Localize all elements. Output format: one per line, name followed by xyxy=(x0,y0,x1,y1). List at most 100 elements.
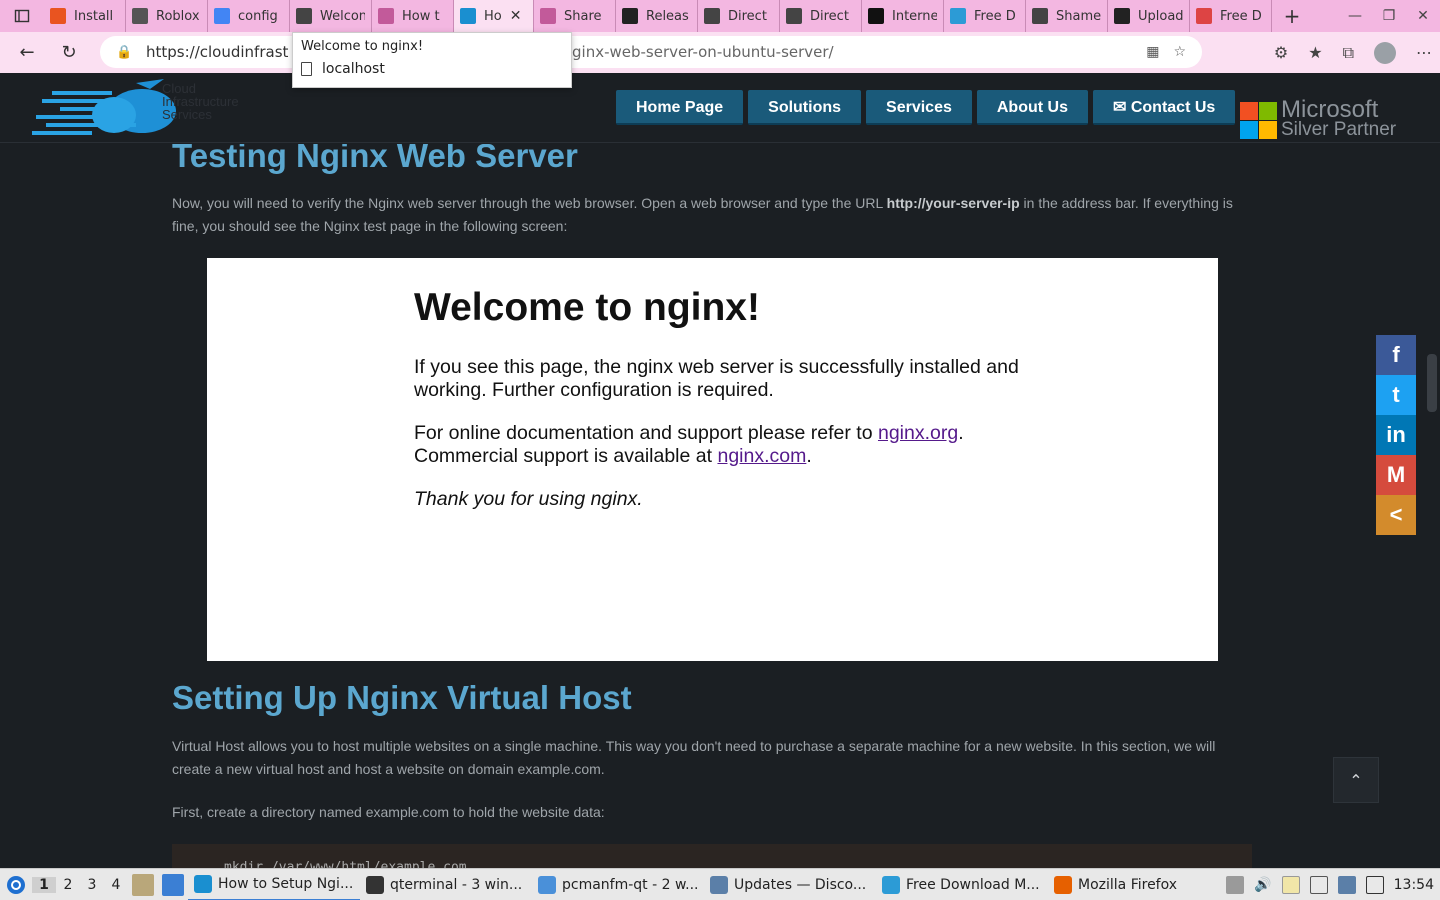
restore-icon[interactable]: ❐ xyxy=(1372,0,1406,32)
menu-contact-us[interactable]: ✉ Contact Us xyxy=(1092,90,1236,125)
microsoft-partner-badge: Microsoft Silver Partner xyxy=(1240,98,1396,140)
close-window-icon[interactable]: ✕ xyxy=(1406,0,1440,32)
app-icon xyxy=(710,875,728,894)
page-icon xyxy=(296,8,312,24)
tab-title: config xyxy=(238,8,278,24)
close-tab-icon[interactable]: ✕ xyxy=(510,8,522,24)
browser-tab[interactable]: Interne xyxy=(862,0,944,32)
more-menu-icon[interactable]: ⋯ xyxy=(1416,43,1432,62)
profile-avatar[interactable] xyxy=(1374,41,1396,64)
heading-virtual-host: Setting Up Nginx Virtual Host xyxy=(172,679,632,716)
heading-testing-nginx: Testing Nginx Web Server xyxy=(172,144,578,174)
taskbar: 1234 How to Setup Ngi... qterminal - 3 wi… xyxy=(0,868,1440,900)
download2-icon xyxy=(1196,8,1212,24)
workspace-button[interactable]: 1 xyxy=(32,876,56,893)
notes-icon[interactable] xyxy=(1281,876,1300,894)
file-manager-icon[interactable] xyxy=(132,873,154,896)
browser-tab[interactable]: Releas xyxy=(616,0,698,32)
menu-about-us[interactable]: About Us xyxy=(976,90,1088,125)
scrollbar-thumb[interactable] xyxy=(1427,354,1437,412)
screen-layout-icon[interactable] xyxy=(1365,876,1384,894)
roblox-icon xyxy=(132,8,148,24)
tab-title: Shame xyxy=(1056,8,1101,24)
linkedin-share-icon[interactable]: in xyxy=(1376,415,1416,455)
tab-title: Free D xyxy=(1220,8,1262,24)
add-favorite-icon[interactable]: ☆ xyxy=(1173,44,1186,60)
new-tab-button[interactable]: + xyxy=(1272,4,1312,28)
browser-tab-strip: Install Roblox config Welcon How t Ho ✕ Share Re… xyxy=(0,0,1440,32)
browser-tab[interactable]: Shame xyxy=(1026,0,1108,32)
browser-tab[interactable]: How t xyxy=(372,0,454,32)
workspace-button[interactable]: 4 xyxy=(104,877,128,893)
minimize-icon[interactable]: — xyxy=(1338,0,1372,32)
taskbar-window-label: Free Download M... xyxy=(906,876,1040,893)
tab-title: Welcon xyxy=(320,8,365,24)
logo-text: Cloud Infrastructure Services xyxy=(162,81,239,122)
browser-tab[interactable]: Install xyxy=(44,0,126,32)
share-share-icon[interactable]: < xyxy=(1376,495,1416,535)
browser-tab[interactable]: Ho ✕ xyxy=(454,0,534,32)
browser-tab[interactable]: Direct xyxy=(698,0,780,32)
address-bar[interactable]: 🔒 https://cloudinfrast ginx-web-server-o… xyxy=(100,36,1202,68)
gmail-share-icon[interactable]: M xyxy=(1376,455,1416,495)
clipboard-icon[interactable] xyxy=(1226,876,1245,894)
taskbar-window-button[interactable]: Updates — Disco... xyxy=(704,869,876,900)
taskbar-window-button[interactable]: pcmanfm-qt - 2 w... xyxy=(532,869,704,900)
workspace-button[interactable]: 3 xyxy=(80,877,104,893)
clock[interactable]: 13:54 xyxy=(1394,877,1434,893)
taskbar-window-label: Updates — Disco... xyxy=(734,876,867,893)
taskbar-window-button[interactable]: Mozilla Firefox xyxy=(1048,869,1220,900)
extensions-icon[interactable]: ⚙ xyxy=(1274,43,1288,62)
code-block[interactable]: mkdir /var/www/html/example.com xyxy=(172,844,1252,868)
site-icon xyxy=(540,8,556,24)
system-tray: 🔊 13:54 xyxy=(1226,869,1440,900)
reader-view-icon[interactable]: ▦ xyxy=(1146,44,1159,60)
menu-solutions[interactable]: Solutions xyxy=(748,90,862,125)
menu-services[interactable]: Services xyxy=(866,90,972,125)
menu-home-page[interactable]: Home Page xyxy=(616,90,744,125)
site-icon xyxy=(378,8,394,24)
scroll-to-top-button[interactable]: ⌃ xyxy=(1333,757,1379,803)
browser-tab[interactable]: config xyxy=(208,0,290,32)
page-icon xyxy=(704,8,720,24)
browser-tab[interactable]: Free D xyxy=(1190,0,1272,32)
taskbar-window-button[interactable]: qterminal - 3 win... xyxy=(360,869,532,900)
github-icon xyxy=(622,8,638,24)
url-text-start: https://cloudinfrast xyxy=(146,43,289,61)
page-scrollbar[interactable] xyxy=(1424,144,1440,868)
nginx-com-link[interactable]: nginx.com xyxy=(717,445,806,467)
tab-title: Share xyxy=(564,8,602,24)
tab-title: Free D xyxy=(974,8,1016,24)
network-icon[interactable] xyxy=(1309,876,1328,894)
nginx-org-link[interactable]: nginx.org xyxy=(878,422,958,444)
taskbar-window-button[interactable]: Free Download M... xyxy=(876,869,1048,900)
collections-icon[interactable]: ⧉ xyxy=(1343,43,1354,63)
start-menu-button[interactable] xyxy=(0,869,32,900)
browser-tab[interactable]: Roblox xyxy=(126,0,208,32)
page-icon xyxy=(1032,8,1048,24)
tab-actions-button[interactable] xyxy=(0,0,44,32)
tab-title: Releas xyxy=(646,8,689,24)
browser-tab[interactable]: Upload xyxy=(1108,0,1190,32)
refresh-button[interactable]: ↻ xyxy=(48,32,90,73)
browser-tab[interactable]: Direct xyxy=(780,0,862,32)
browser-tab[interactable]: Welcon xyxy=(290,0,372,32)
browser-tab[interactable]: Share xyxy=(534,0,616,32)
browser-tab[interactable]: Free D xyxy=(944,0,1026,32)
taskbar-window-button[interactable]: How to Setup Ngi... xyxy=(188,869,360,900)
nginx-title: Welcome to nginx! xyxy=(414,286,760,329)
tab-hover-card: Welcome to nginx! localhost xyxy=(292,32,572,88)
back-button[interactable]: ← xyxy=(6,32,48,73)
show-desktop-icon[interactable] xyxy=(162,873,184,896)
favorites-icon[interactable]: ★ xyxy=(1308,43,1322,62)
twitter-share-icon[interactable]: t xyxy=(1376,375,1416,415)
volume-icon[interactable]: 🔊 xyxy=(1254,877,1271,893)
url-text-end: ginx-web-server-on-ubuntu-server/ xyxy=(572,43,834,61)
main-menu: Home Page Solutions Services About Us ✉ … xyxy=(616,90,1236,125)
xfs-icon xyxy=(1114,8,1130,24)
update-notifier-icon[interactable] xyxy=(1337,876,1356,894)
nginx-paragraph-1: If you see this page, the nginx web serv… xyxy=(414,356,1019,401)
workspace-button[interactable]: 2 xyxy=(56,877,80,893)
facebook-share-icon[interactable]: f xyxy=(1376,335,1416,375)
m-icon xyxy=(868,8,884,24)
